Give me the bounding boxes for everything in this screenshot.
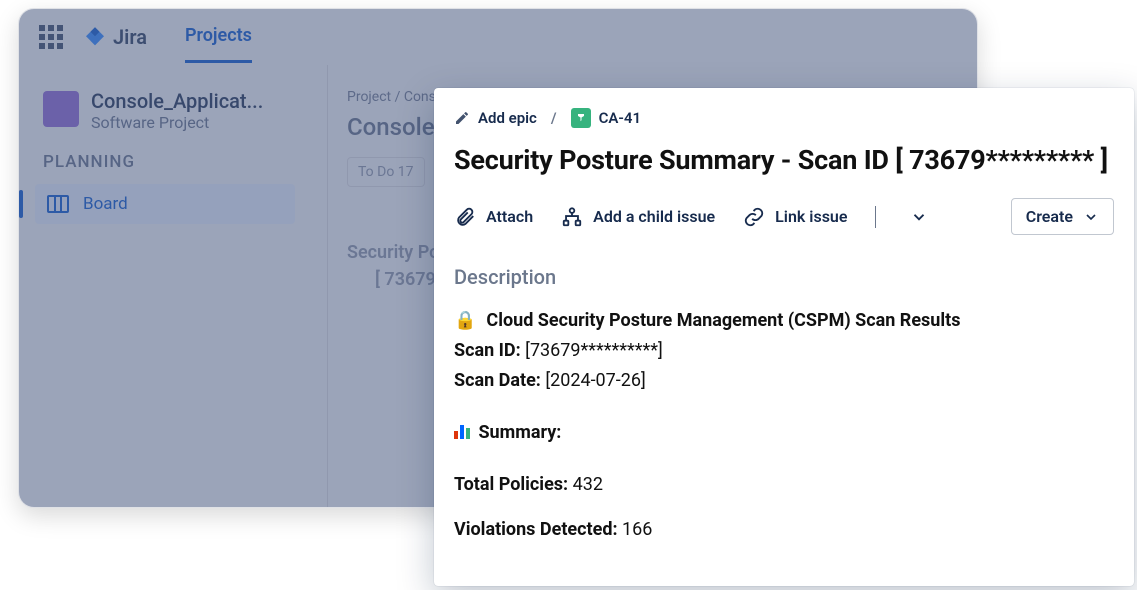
add-epic-link[interactable]: Add epic — [454, 109, 537, 127]
chart-icon — [454, 423, 470, 439]
jira-logo[interactable]: Jira — [83, 25, 147, 49]
add-child-label: Add a child issue — [593, 207, 715, 226]
issue-key-link[interactable]: CA-41 — [571, 108, 641, 128]
total-policies-label: Total Policies: — [454, 474, 568, 495]
create-label: Create — [1026, 207, 1073, 226]
board-icon — [47, 195, 69, 213]
attach-label: Attach — [486, 207, 533, 226]
jira-icon — [83, 25, 107, 49]
desc-heading: Cloud Security Posture Management (CSPM)… — [486, 307, 960, 335]
more-actions-button[interactable] — [904, 204, 934, 230]
attach-icon — [454, 206, 476, 228]
link-issue-label: Link issue — [775, 207, 847, 226]
issue-type-icon — [571, 108, 591, 128]
modal-breadcrumb: Add epic / CA-41 — [454, 108, 1114, 128]
add-child-issue-button[interactable]: Add a child issue — [561, 206, 715, 228]
summary-label: Summary: — [478, 422, 561, 443]
description-body[interactable]: 🔒 Cloud Security Posture Management (CSP… — [454, 307, 1114, 544]
nav-tab-projects[interactable]: Projects — [185, 11, 252, 63]
breadcrumb-separator: / — [551, 109, 557, 127]
total-policies-value: 432 — [573, 474, 603, 495]
project-name: Console_Applicat... — [91, 89, 263, 113]
jira-header: Jira Projects — [19, 9, 977, 65]
sidebar: Console_Applicat... Software Project PLA… — [19, 65, 319, 507]
issue-title[interactable]: Security Posture Summary - Scan ID [ 736… — [454, 144, 1114, 176]
chevron-down-icon — [910, 208, 928, 226]
brand-text: Jira — [113, 25, 147, 49]
scan-id-value: [73679**********] — [525, 340, 663, 361]
issue-actions: Attach Add a child issue Link issue Crea… — [454, 198, 1114, 235]
apps-switcher-icon[interactable] — [39, 25, 63, 49]
lock-icon: 🔒 — [454, 307, 476, 335]
link-issue-button[interactable]: Link issue — [743, 206, 847, 228]
description-label: Description — [454, 265, 1114, 289]
scan-date-value: [2024-07-26] — [545, 370, 645, 391]
epic-pencil-icon — [454, 110, 470, 126]
chevron-down-icon — [1083, 209, 1099, 225]
scan-id-label: Scan ID: — [454, 340, 521, 361]
link-icon — [743, 206, 765, 228]
status-pill-faded: To Do 17 — [347, 157, 425, 187]
attach-button[interactable]: Attach — [454, 206, 533, 228]
project-header[interactable]: Console_Applicat... Software Project — [43, 89, 319, 132]
sidebar-item-board[interactable]: Board — [35, 184, 295, 224]
create-button[interactable]: Create — [1011, 198, 1114, 235]
project-type: Software Project — [91, 113, 263, 132]
add-epic-label: Add epic — [478, 109, 537, 127]
violations-value: 166 — [622, 519, 652, 540]
hierarchy-icon — [561, 206, 583, 228]
sidebar-heading-planning: PLANNING — [43, 152, 319, 172]
issue-detail-modal: Add epic / CA-41 Security Posture Summar… — [434, 88, 1134, 586]
scan-date-label: Scan Date: — [454, 370, 541, 391]
project-avatar — [43, 91, 79, 127]
sidebar-item-label: Board — [83, 194, 128, 214]
issue-key-label: CA-41 — [599, 109, 641, 127]
violations-label: Violations Detected: — [454, 519, 618, 540]
action-separator — [875, 206, 876, 228]
